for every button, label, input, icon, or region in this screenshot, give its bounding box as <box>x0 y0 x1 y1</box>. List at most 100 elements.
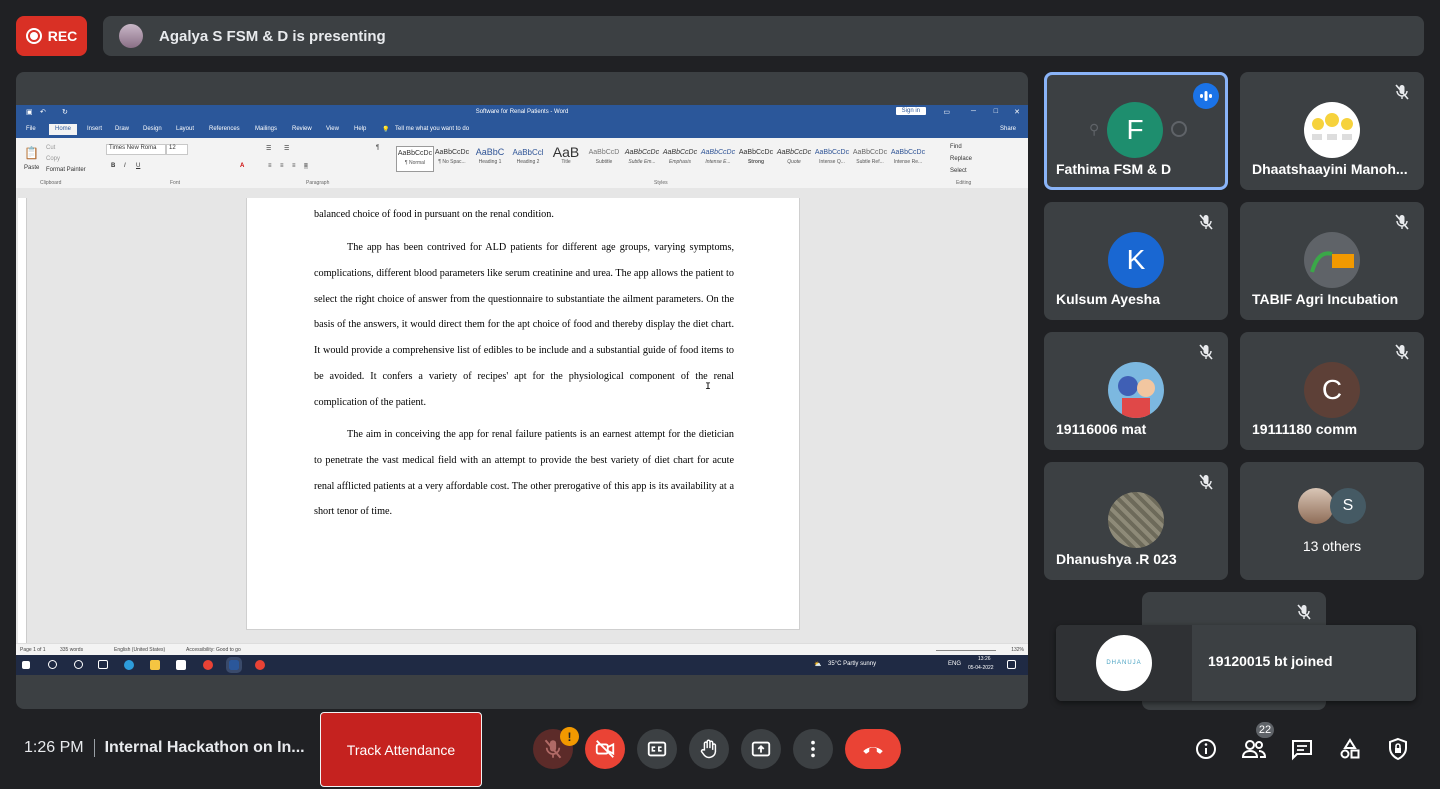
maximize-icon[interactable]: □ <box>994 108 998 115</box>
align-left-icon[interactable]: ≡ <box>268 163 272 169</box>
camera-toggle-button[interactable] <box>585 729 625 769</box>
cortana-icon[interactable] <box>74 660 83 669</box>
font-color-button[interactable]: A <box>240 163 244 169</box>
style-normal[interactable]: AaBbCcDc ¶ Normal <box>396 146 434 172</box>
font-name-select[interactable]: Times New Roma <box>106 144 166 155</box>
italic-button[interactable]: I <box>124 163 126 169</box>
participant-tile-kulsum[interactable]: K Kulsum Ayesha <box>1044 202 1228 320</box>
others-tile[interactable]: S 13 others <box>1240 462 1424 580</box>
find-button[interactable]: Find <box>950 144 962 150</box>
paste-icon[interactable]: 📋 <box>24 146 39 160</box>
style-no-spacing[interactable]: AaBbCcDc ¶ No Spac... <box>434 146 470 170</box>
weather-text[interactable]: 35°C Partly sunny <box>828 661 876 667</box>
remove-icon[interactable] <box>1171 121 1187 137</box>
zoom-slider[interactable] <box>936 650 996 651</box>
tab-layout[interactable]: Layout <box>176 126 194 132</box>
participant-avatar: K <box>1108 232 1164 288</box>
participant-tile-tabif[interactable]: TABIF Agri Incubation <box>1240 202 1424 320</box>
tab-help[interactable]: Help <box>354 126 366 132</box>
show-marks-icon[interactable]: ¶ <box>376 145 379 151</box>
tab-view[interactable]: View <box>326 126 339 132</box>
style-title[interactable]: AaB Title <box>548 145 584 170</box>
store-icon[interactable] <box>176 660 186 670</box>
tell-me-search[interactable]: Tell me what you want to do <box>395 126 469 132</box>
task-view-icon[interactable] <box>98 660 108 669</box>
taskbar-date[interactable]: 05-04-2022 <box>968 665 994 671</box>
activities-button[interactable] <box>1336 735 1364 763</box>
chrome-icon-2[interactable] <box>255 660 265 670</box>
tab-design[interactable]: Design <box>143 126 162 132</box>
word-taskbar-icon[interactable] <box>226 657 242 673</box>
participant-tile-dhanushya[interactable]: Dhanushya .R 023 <box>1044 462 1228 580</box>
chat-button[interactable] <box>1288 735 1316 763</box>
style-subtle-reference[interactable]: AaBbCcDc Subtle Ref... <box>852 146 888 170</box>
participant-avatar <box>1304 102 1360 158</box>
record-icon <box>25 28 42 44</box>
paste-label[interactable]: Paste <box>24 165 39 171</box>
share-button[interactable]: Share <box>1000 126 1016 132</box>
tab-mailings[interactable]: Mailings <box>255 126 277 132</box>
select-button[interactable]: Select <box>950 168 967 174</box>
copy-button[interactable]: Copy <box>46 156 60 162</box>
align-center-icon[interactable]: ≡ <box>280 163 284 169</box>
replace-button[interactable]: Replace <box>950 156 972 162</box>
participant-tile-fathima[interactable]: ⚲ F Fathima FSM & D <box>1044 72 1228 190</box>
more-options-button[interactable] <box>793 729 833 769</box>
tab-home[interactable]: Home <box>49 124 78 135</box>
minimize-icon[interactable]: ─ <box>971 108 976 115</box>
style-intense-quote[interactable]: AaBbCcDc Intense Q... <box>814 146 850 170</box>
font-size-select[interactable]: 12 <box>166 144 188 155</box>
document-page[interactable]: balanced choice of food in pursuant on t… <box>246 198 800 630</box>
justify-icon[interactable]: ≡ <box>304 163 308 169</box>
cut-button[interactable]: Cut <box>46 145 55 151</box>
tab-review[interactable]: Review <box>292 126 312 132</box>
taskbar-time[interactable]: 13:26 <box>978 656 991 662</box>
underline-button[interactable]: U <box>136 163 140 169</box>
style-subtle-emphasis[interactable]: AaBbCcDc Subtle Em... <box>624 146 660 170</box>
participant-tile-19116006[interactable]: 19116006 mat <box>1044 332 1228 450</box>
search-icon[interactable] <box>48 660 57 669</box>
windows-start-icon[interactable] <box>22 661 30 669</box>
chrome-icon[interactable] <box>203 660 213 670</box>
bold-button[interactable]: B <box>111 163 115 169</box>
ribbon-display-icon[interactable]: ▭ <box>943 108 950 116</box>
host-controls-button[interactable] <box>1384 735 1412 763</box>
meeting-details-button[interactable] <box>1192 735 1220 763</box>
style-heading-1[interactable]: AaBbC Heading 1 <box>472 146 508 170</box>
tab-draw[interactable]: Draw <box>115 126 129 132</box>
pin-icon[interactable]: ⚲ <box>1089 121 1099 137</box>
zoom-level[interactable]: 132% <box>1011 647 1024 653</box>
close-icon[interactable]: ✕ <box>1014 108 1020 116</box>
track-attendance-button[interactable]: Track Attendance <box>320 712 482 787</box>
input-language[interactable]: ENG <box>948 661 961 667</box>
captions-icon <box>647 741 667 757</box>
style-quote[interactable]: AaBbCcDc Quote <box>776 146 812 170</box>
align-right-icon[interactable]: ≡ <box>292 163 296 169</box>
leave-call-button[interactable] <box>845 729 901 769</box>
sign-in-button[interactable]: Sign in <box>895 107 926 115</box>
present-now-button[interactable] <box>741 729 781 769</box>
notification-icon[interactable] <box>1007 660 1016 669</box>
language-status[interactable]: English (United States) <box>114 647 165 653</box>
raise-hand-button[interactable] <box>689 729 729 769</box>
edge-icon[interactable] <box>124 660 134 670</box>
style-emphasis[interactable]: AaBbCcDc Emphasis <box>662 146 698 170</box>
participant-tile-19111180[interactable]: C 19111180 comm <box>1240 332 1424 450</box>
style-heading-2[interactable]: AaBbCcl Heading 2 <box>510 146 546 170</box>
bullets-icon[interactable]: ☰ <box>266 145 271 152</box>
accessibility-status[interactable]: Accessibility: Good to go <box>186 647 241 653</box>
captions-button[interactable] <box>637 729 677 769</box>
style-intense-reference[interactable]: AaBbCcDc Intense Re... <box>890 146 926 170</box>
tab-file[interactable]: File <box>26 126 36 132</box>
style-subtitle[interactable]: AaBbCcD Subtitle <box>586 146 622 170</box>
file-explorer-icon[interactable] <box>150 660 160 670</box>
style-strong[interactable]: AaBbCcDc Strong <box>738 146 774 170</box>
participant-tile-dhaatshaayini[interactable]: Dhaatshaayini Manoh... <box>1240 72 1424 190</box>
meeting-title[interactable]: Internal Hackathon on In... <box>105 739 305 756</box>
numbering-icon[interactable]: ☰ <box>284 145 289 152</box>
people-button[interactable] <box>1240 735 1268 763</box>
tab-insert[interactable]: Insert <box>87 126 102 132</box>
tab-references[interactable]: References <box>209 126 240 132</box>
style-intense-emphasis[interactable]: AaBbCcDc Intense E... <box>700 146 736 170</box>
format-painter-button[interactable]: Format Painter <box>46 167 86 173</box>
